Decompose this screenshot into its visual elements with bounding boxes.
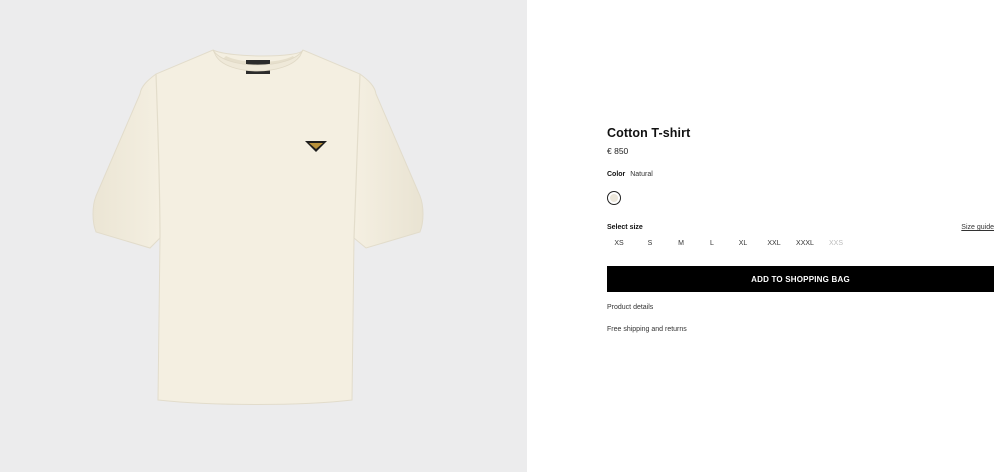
add-to-bag-button[interactable]: ADD TO SHOPPING BAG	[607, 266, 994, 292]
size-option-xxs[interactable]: XXS	[829, 240, 843, 247]
product-title: Cotton T-shirt	[607, 126, 691, 140]
color-label: Color	[607, 171, 626, 178]
size-option-m[interactable]: M	[678, 240, 684, 247]
color-value: Natural	[630, 171, 653, 178]
product-price: € 850	[607, 146, 629, 156]
color-row: Color Natural	[607, 171, 653, 178]
size-option-xxl[interactable]: XXL	[767, 240, 780, 247]
color-swatch-natural[interactable]	[607, 191, 621, 205]
product-info-panel: Cotton T-shirt € 850 Color Natural Selec…	[607, 0, 994, 472]
swatch-fill	[610, 194, 618, 202]
size-option-l[interactable]: L	[710, 240, 714, 247]
size-guide-link[interactable]: Size guide	[961, 224, 994, 231]
size-option-xl[interactable]: XL	[739, 240, 748, 247]
tshirt-image	[92, 49, 424, 405]
size-option-xs[interactable]: XS	[614, 240, 623, 247]
size-options: XS S M L XL XXL XXXL XXS	[607, 240, 867, 250]
size-option-s[interactable]: S	[648, 240, 653, 247]
product-image-pane	[0, 0, 527, 472]
select-size-label: Select size	[607, 224, 643, 231]
product-details-link[interactable]: Product details	[607, 304, 653, 311]
shipping-returns-link[interactable]: Free shipping and returns	[607, 326, 687, 333]
size-option-xxxl[interactable]: XXXL	[796, 240, 814, 247]
